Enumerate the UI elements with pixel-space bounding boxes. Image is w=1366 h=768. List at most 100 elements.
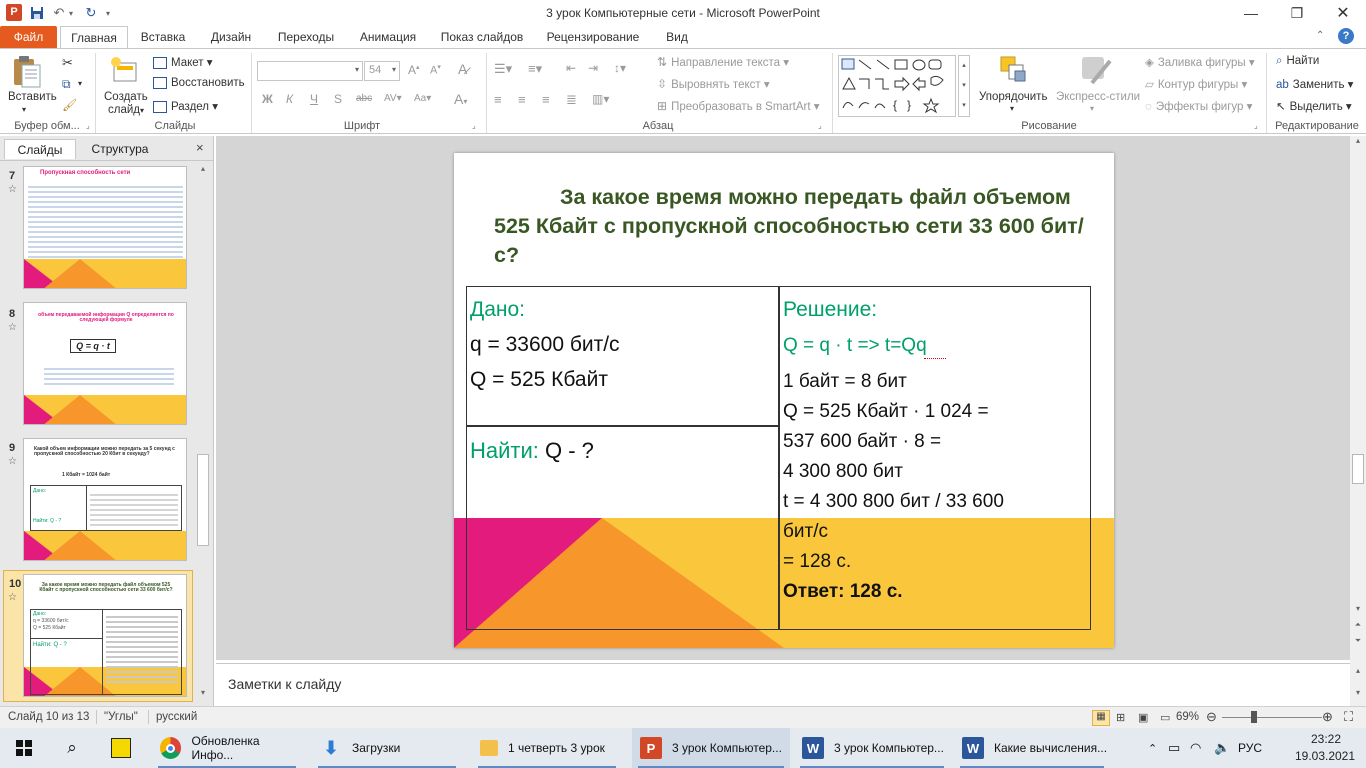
- tab-review[interactable]: Рецензирование: [542, 26, 644, 48]
- bullets-icon[interactable]: ☰▾: [494, 61, 512, 77]
- taskbar-item-downloads[interactable]: ⬇ Загрузки: [312, 728, 462, 768]
- taskbar-item-browser[interactable]: Обновленка Инфо...: [152, 728, 302, 768]
- find-button[interactable]: ⌕ Найти: [1276, 55, 1319, 68]
- columns-icon[interactable]: ▥▾: [592, 92, 609, 106]
- font-name-box[interactable]: ▾: [257, 61, 363, 81]
- main-scroll-thumb[interactable]: [1352, 454, 1364, 484]
- arrange-button[interactable]: Упорядочить: [979, 91, 1047, 103]
- layout-button[interactable]: Макет ▾: [153, 55, 213, 69]
- show-hidden-icons[interactable]: ⌃: [1148, 728, 1157, 768]
- panel-scrollbar[interactable]: ▴ ▾: [196, 164, 210, 702]
- section-button[interactable]: Раздел ▾: [153, 99, 218, 113]
- justify-icon[interactable]: ≣: [566, 92, 577, 108]
- new-slide-dropdown-icon[interactable]: ▾: [140, 106, 144, 115]
- copy-dropdown-icon[interactable]: ▾: [78, 79, 82, 88]
- close-panel-icon[interactable]: ×: [196, 140, 204, 155]
- reading-view-icon[interactable]: ▣: [1138, 711, 1148, 724]
- align-center-icon[interactable]: ≡: [518, 92, 526, 107]
- arrange-icon[interactable]: [997, 53, 1031, 87]
- start-button[interactable]: [0, 728, 48, 768]
- copy-icon[interactable]: ⧉: [62, 77, 71, 92]
- wifi-icon[interactable]: ◠: [1190, 728, 1201, 768]
- cut-icon[interactable]: ✂: [62, 55, 73, 71]
- minimize-icon[interactable]: —: [1228, 0, 1274, 26]
- font-size-box[interactable]: 54 ▾: [364, 61, 400, 81]
- tab-view[interactable]: Вид: [660, 26, 694, 48]
- tab-outline-panel[interactable]: Структура: [80, 139, 160, 159]
- align-right-icon[interactable]: ≡: [542, 92, 550, 107]
- taskbar-item-word-1[interactable]: W 3 урок Компьютер...: [794, 728, 950, 768]
- minimize-ribbon-icon[interactable]: ⌃: [1316, 30, 1324, 41]
- char-spacing-icon[interactable]: AV▾: [384, 93, 402, 104]
- current-slide[interactable]: За какое время можно передать файл объем…: [454, 153, 1114, 648]
- volume-icon[interactable]: 🔈: [1214, 728, 1230, 768]
- line-spacing-icon[interactable]: ↕▾: [614, 61, 626, 75]
- zoom-level[interactable]: 69%: [1176, 711, 1199, 723]
- tab-home[interactable]: Главная: [60, 26, 128, 49]
- zoom-slider-thumb[interactable]: [1251, 711, 1257, 723]
- taskbar-item-word-2[interactable]: W Какие вычисления...: [954, 728, 1110, 768]
- new-slide-label-2[interactable]: слайд: [108, 104, 140, 116]
- new-slide-icon[interactable]: [108, 55, 140, 87]
- shapes-gallery[interactable]: { }: [838, 55, 956, 117]
- grow-font-icon[interactable]: A▴: [408, 63, 420, 77]
- zoom-in-icon[interactable]: ⊕: [1322, 709, 1333, 725]
- sticky-notes-icon[interactable]: [98, 728, 144, 768]
- fit-to-window-icon[interactable]: ⛶: [1344, 709, 1353, 725]
- align-left-icon[interactable]: ≡: [494, 92, 502, 107]
- next-slide-icon[interactable]: ⏷: [1350, 636, 1366, 650]
- text-direction-button[interactable]: ⇅ Направление текста ▾: [657, 55, 789, 69]
- previous-slide-icon[interactable]: ⏶: [1350, 620, 1366, 634]
- bold-icon[interactable]: Ж: [262, 92, 273, 106]
- format-painter-icon[interactable]: 🖌: [62, 98, 77, 112]
- font-launcher-icon[interactable]: ⌟: [472, 121, 476, 130]
- increase-indent-icon[interactable]: ⇥: [588, 61, 598, 75]
- tab-slideshow[interactable]: Показ слайдов: [437, 26, 527, 48]
- numbering-icon[interactable]: ≡▾: [528, 61, 542, 77]
- change-case-icon[interactable]: Aa▾: [414, 93, 431, 104]
- keyboard-language[interactable]: РУС: [1238, 728, 1262, 768]
- clipboard-launcher-icon[interactable]: ⌟: [86, 121, 90, 130]
- shadow-icon[interactable]: S: [334, 92, 342, 106]
- decrease-indent-icon[interactable]: ⇤: [566, 61, 576, 75]
- quick-styles-dropdown-icon[interactable]: ▾: [1090, 104, 1094, 113]
- quick-styles-icon[interactable]: [1078, 53, 1114, 87]
- slide-sorter-icon[interactable]: ⊞: [1116, 711, 1125, 724]
- italic-icon[interactable]: К: [286, 92, 293, 106]
- zoom-out-icon[interactable]: ⊖: [1206, 709, 1217, 725]
- restore-icon[interactable]: ❐: [1274, 0, 1320, 26]
- search-icon[interactable]: ⌕: [48, 728, 96, 768]
- paste-icon[interactable]: [8, 55, 46, 89]
- shape-outline-button[interactable]: ▱ Контур фигуры ▾: [1145, 77, 1247, 91]
- panel-scroll-thumb[interactable]: [197, 454, 209, 546]
- strikethrough-icon[interactable]: abc: [356, 93, 372, 104]
- paste-button[interactable]: Вставить: [8, 91, 57, 103]
- shrink-font-icon[interactable]: A▾: [430, 63, 441, 77]
- taskbar-item-folder[interactable]: 1 четверть 3 урок: [472, 728, 622, 768]
- shape-effects-button[interactable]: ◌ Эффекты фигур ▾: [1145, 99, 1252, 113]
- paragraph-launcher-icon[interactable]: ⌟: [818, 121, 822, 130]
- shape-fill-button[interactable]: ◈ Заливка фигуры ▾: [1145, 55, 1255, 69]
- clock-time[interactable]: 23:22: [1298, 732, 1354, 746]
- slide-thumbnail-9[interactable]: Какой объем информации можно передать за…: [23, 438, 187, 561]
- normal-view-icon[interactable]: ▦: [1092, 710, 1110, 726]
- paste-dropdown-icon[interactable]: ▾: [22, 105, 26, 114]
- reset-button[interactable]: Восстановить: [153, 77, 245, 89]
- clear-format-icon[interactable]: A̷: [458, 61, 467, 77]
- tab-insert[interactable]: Вставка: [138, 26, 188, 48]
- tab-file[interactable]: Файл: [0, 26, 57, 48]
- align-text-button[interactable]: ⇳ Выровнять текст ▾: [657, 77, 770, 91]
- tab-transitions[interactable]: Переходы: [272, 26, 340, 48]
- replace-button[interactable]: ab Заменить ▾: [1276, 77, 1353, 91]
- slide-thumbnail-7[interactable]: Пропускная способность сети: [23, 166, 187, 289]
- select-button[interactable]: ↖ Выделить ▾: [1276, 99, 1352, 113]
- slideshow-view-icon[interactable]: ▭: [1160, 711, 1170, 724]
- taskbar-item-powerpoint[interactable]: P 3 урок Компьютер...: [632, 728, 790, 768]
- smartart-button[interactable]: ⊞ Преобразовать в SmartArt ▾: [657, 99, 820, 113]
- slide-title[interactable]: За какое время можно передать файл объем…: [494, 183, 1094, 270]
- zoom-slider[interactable]: [1222, 717, 1322, 718]
- underline-icon[interactable]: Ч: [310, 92, 318, 106]
- tab-slides-panel[interactable]: Слайды: [4, 139, 76, 159]
- main-vertical-scrollbar[interactable]: ▴ ▾ ⏶ ⏷ ▴ ▾: [1350, 136, 1366, 706]
- tab-animation[interactable]: Анимация: [354, 26, 422, 48]
